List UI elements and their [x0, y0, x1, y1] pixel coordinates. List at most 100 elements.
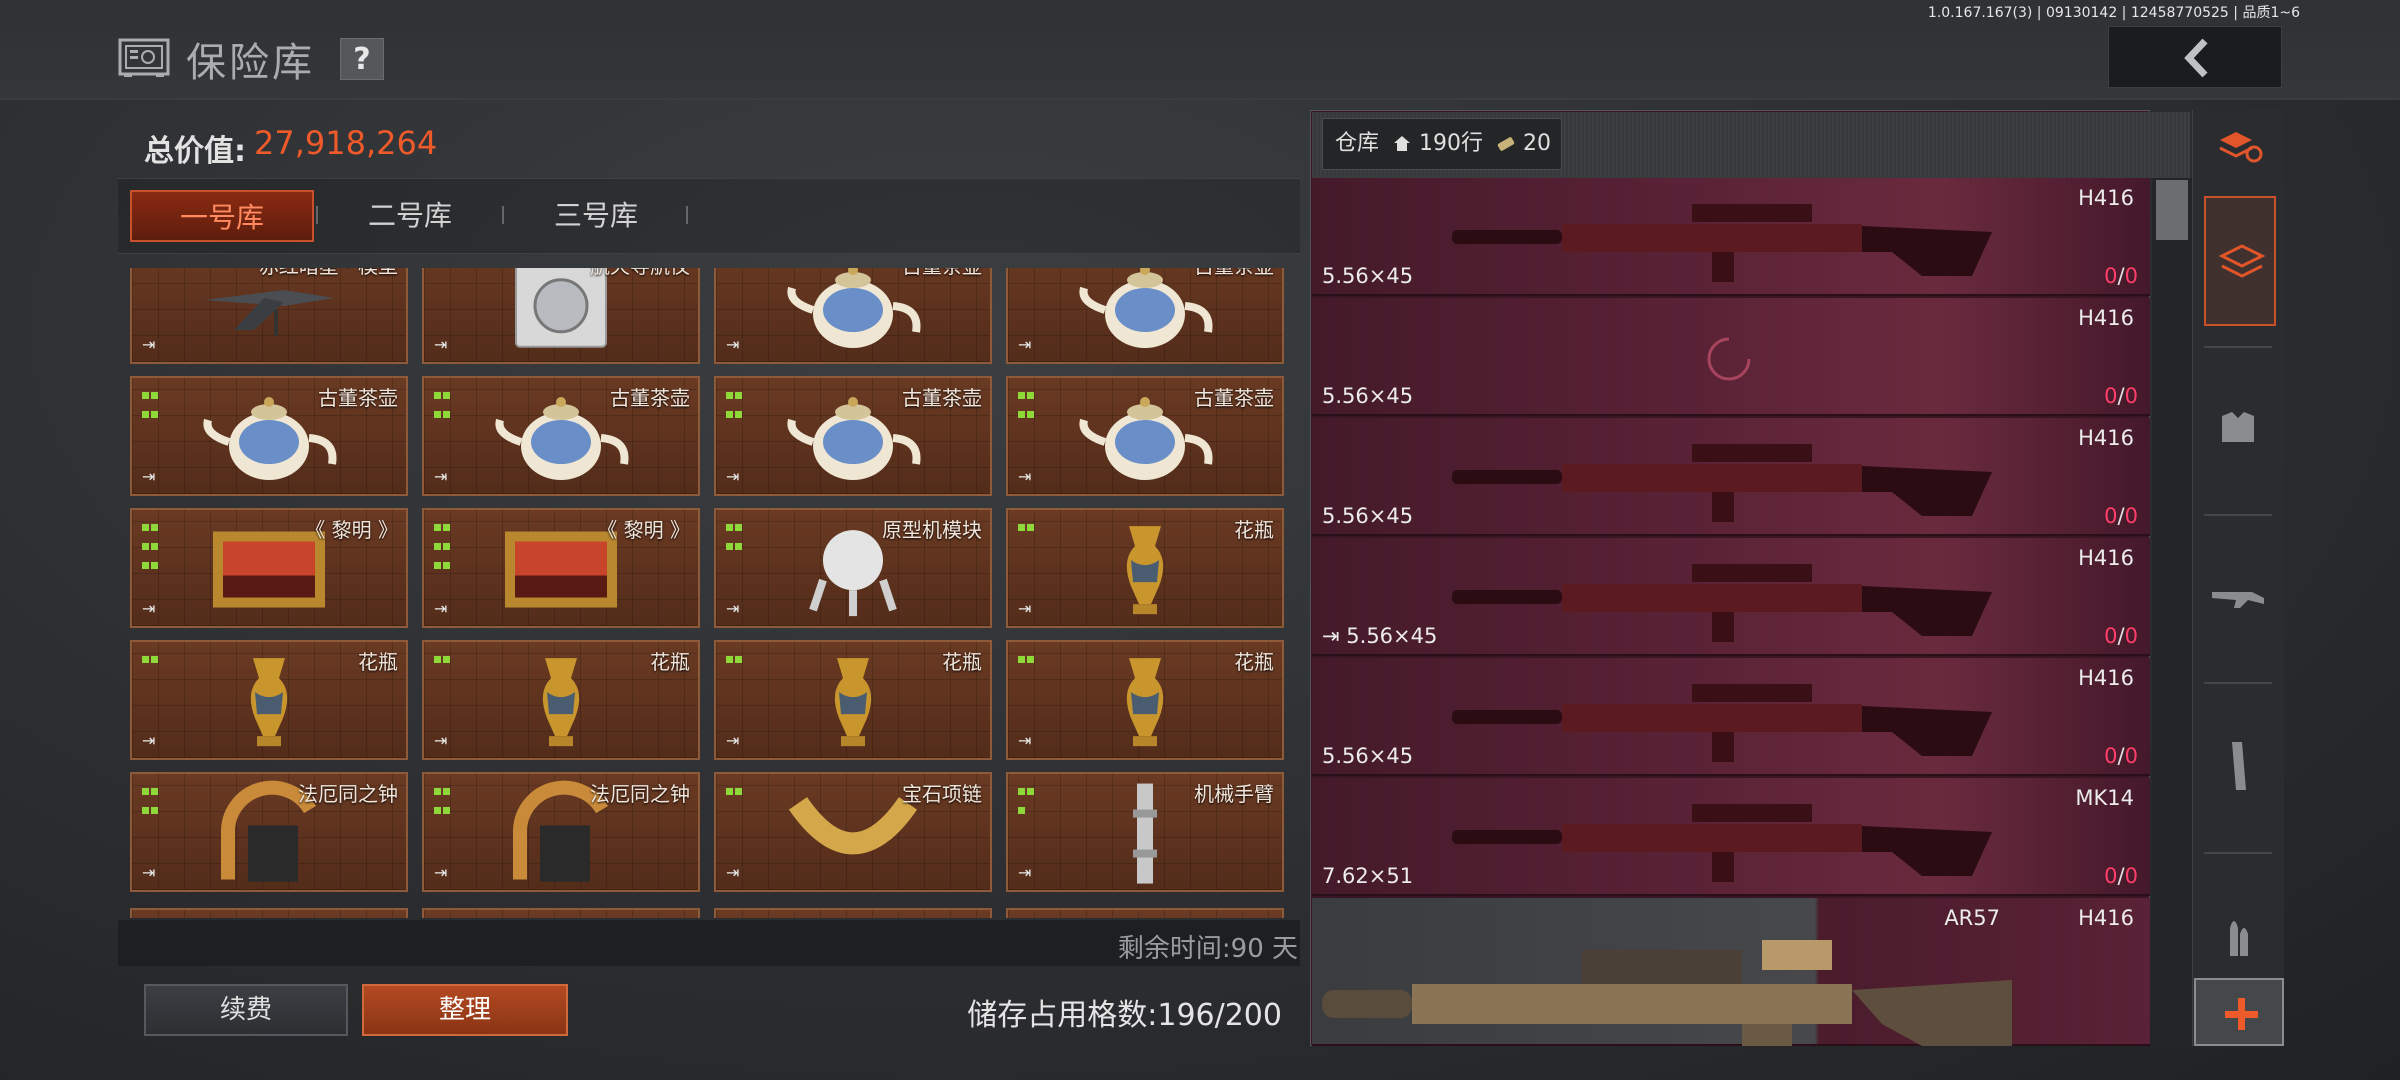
- back-button[interactable]: [2108, 26, 2282, 88]
- ammo-caliber-text: 5.56×45: [1322, 504, 1414, 528]
- item-size-indicator: [434, 782, 452, 820]
- item-name: 赤红暗星 · 模型: [259, 268, 398, 279]
- vault-item[interactable]: 原型机模块 ⇥: [714, 508, 992, 628]
- vault-item[interactable]: 机械手臂 ⇥: [1006, 772, 1284, 892]
- item-size-indicator: [1018, 518, 1036, 537]
- vault-item[interactable]: [1006, 908, 1284, 918]
- loading-spinner-icon: [1707, 337, 1751, 381]
- sort-button[interactable]: 整理: [362, 984, 568, 1036]
- item-name: 宝石项链: [902, 782, 982, 806]
- storage-usage: 储存占用格数:196/200: [967, 998, 1282, 1033]
- tab-vault-2[interactable]: 二号库: [318, 190, 502, 242]
- house-icon: [1392, 121, 1412, 151]
- weapon-row[interactable]: H416 ⇥ 5.56×45 0/0: [1312, 538, 2150, 656]
- vault-item[interactable]: 古董茶壶 ⇥: [1006, 268, 1284, 364]
- vault-item[interactable]: 古董茶壶 ⇥: [714, 268, 992, 364]
- item-name: 古董茶壶: [318, 386, 398, 410]
- sidebar-divider: [2204, 346, 2272, 348]
- vault-item[interactable]: 花瓶 ⇥: [1006, 640, 1284, 760]
- weapon-name: H416: [2078, 546, 2134, 570]
- warehouse-scrollbar[interactable]: [2152, 178, 2192, 1046]
- ammo-box-icon: [1496, 121, 1516, 151]
- item-size-indicator: [142, 386, 160, 424]
- refresh-stack-icon[interactable]: [2208, 116, 2268, 176]
- teapot-icon: [778, 268, 928, 358]
- exit-icon: ⇥: [434, 599, 448, 618]
- vault-item[interactable]: 法厄同之钟 ⇥: [130, 772, 408, 892]
- exit-icon: ⇥: [726, 863, 740, 882]
- vault-item[interactable]: 花瓶 ⇥: [130, 640, 408, 760]
- ammo-caliber: ⇥ 5.56×45: [1322, 624, 1437, 648]
- tab-vault-1[interactable]: 一号库: [130, 190, 314, 242]
- ammo-count: 0/0: [2104, 864, 2138, 888]
- tab-vault-3[interactable]: 三号库: [504, 190, 688, 242]
- item-size-indicator: [726, 386, 744, 424]
- vase-icon: [1115, 652, 1175, 756]
- ammo-caliber: 5.56×45: [1322, 264, 1413, 288]
- exit-icon: ⇥: [142, 467, 156, 486]
- vault-item[interactable]: [130, 908, 408, 918]
- weapon-row[interactable]: MK14 7.62×51 0/0: [1312, 778, 2150, 896]
- vault-item[interactable]: 花瓶 ⇥: [422, 640, 700, 760]
- renew-button[interactable]: 续费: [144, 984, 348, 1036]
- vault-item[interactable]: 法厄同之钟 ⇥: [422, 772, 700, 892]
- vault-item[interactable]: 花瓶 ⇥: [714, 640, 992, 760]
- weapon-name: H416: [2078, 186, 2134, 210]
- help-button[interactable]: ?: [340, 38, 384, 80]
- weapon-row[interactable]: H416 5.56×45 0/0: [1312, 178, 2150, 296]
- exit-icon: ⇥: [1018, 467, 1032, 486]
- item-name: 花瓶: [942, 650, 982, 674]
- vault-item[interactable]: 古董茶壶 ⇥: [422, 376, 700, 496]
- scrollbar-thumb[interactable]: [2156, 180, 2188, 240]
- vault-item[interactable]: [422, 908, 700, 918]
- exit-icon: ⇥: [1018, 863, 1032, 882]
- weapon-row[interactable]: H416 5.56×45 0/0: [1312, 298, 2150, 416]
- armor-icon[interactable]: [2208, 398, 2268, 458]
- item-name: 古董茶壶: [902, 268, 982, 279]
- item-name: 花瓶: [1234, 518, 1274, 542]
- weapon-row[interactable]: AR57 H416: [1312, 898, 2150, 1046]
- weapon-row[interactable]: H416 5.56×45 0/0: [1312, 658, 2150, 776]
- vault-item[interactable]: 古董茶壶 ⇥: [1006, 376, 1284, 496]
- vault-item[interactable]: 《 黎明 》 ⇥: [130, 508, 408, 628]
- ammo-count-max: 0: [2124, 744, 2138, 768]
- ammo-caliber: 5.56×45: [1322, 504, 1413, 528]
- exit-icon: ⇥: [434, 335, 448, 354]
- layers-icon: [2218, 244, 2266, 278]
- magazine-icon[interactable]: [2208, 736, 2268, 796]
- item-size-indicator: [726, 782, 744, 801]
- ammo-count-max: 0: [2124, 384, 2138, 408]
- vault-item[interactable]: [714, 908, 992, 918]
- warehouse-filter-chip[interactable]: 仓库 190行 20行: [1322, 118, 1562, 206]
- item-name: 《 黎明 》: [305, 518, 398, 542]
- rifle-category-icon[interactable]: [2208, 568, 2268, 628]
- weapon-row[interactable]: H416 5.56×45 0/0: [1312, 418, 2150, 536]
- vase-icon: [239, 652, 299, 756]
- vault-item[interactable]: 《 黎明 》 ⇥: [422, 508, 700, 628]
- ammo-caliber-text: 5.56×45: [1346, 624, 1438, 648]
- ammo-category-icon[interactable]: [2208, 904, 2268, 964]
- item-size-indicator: [1018, 386, 1036, 424]
- item-name: 古董茶壶: [610, 386, 690, 410]
- exit-icon: ⇥: [726, 599, 740, 618]
- warehouse-rows-a: 190行: [1419, 131, 1484, 156]
- ammo-count: 0/0: [2104, 504, 2138, 528]
- vault-item[interactable]: 赤红暗星 · 模型 ⇥: [130, 268, 408, 364]
- exit-icon: ⇥: [142, 599, 156, 618]
- ammo-count-max: 0: [2124, 864, 2138, 888]
- exit-icon: ⇥: [434, 863, 448, 882]
- vault-item[interactable]: 宝石项链 ⇥: [714, 772, 992, 892]
- vault-item[interactable]: 航天导航仪 ⇥: [422, 268, 700, 364]
- ammo-caliber: 5.56×45: [1322, 384, 1413, 408]
- vault-item-grid[interactable]: 赤红暗星 · 模型⇥航天导航仪⇥古董茶壶⇥古董茶壶⇥古董茶壶⇥古董茶壶⇥古董茶壶…: [118, 268, 1300, 918]
- page-title: 保险库: [186, 40, 315, 86]
- vault-item[interactable]: 花瓶 ⇥: [1006, 508, 1284, 628]
- item-name: 花瓶: [650, 650, 690, 674]
- vault-item[interactable]: 古董茶壶 ⇥: [130, 376, 408, 496]
- sidebar-divider: [2204, 852, 2272, 854]
- jet-model-icon: [194, 270, 344, 344]
- category-all[interactable]: [2204, 196, 2276, 326]
- tab-divider: [686, 206, 688, 224]
- add-button[interactable]: [2194, 978, 2284, 1046]
- vault-item[interactable]: 古董茶壶 ⇥: [714, 376, 992, 496]
